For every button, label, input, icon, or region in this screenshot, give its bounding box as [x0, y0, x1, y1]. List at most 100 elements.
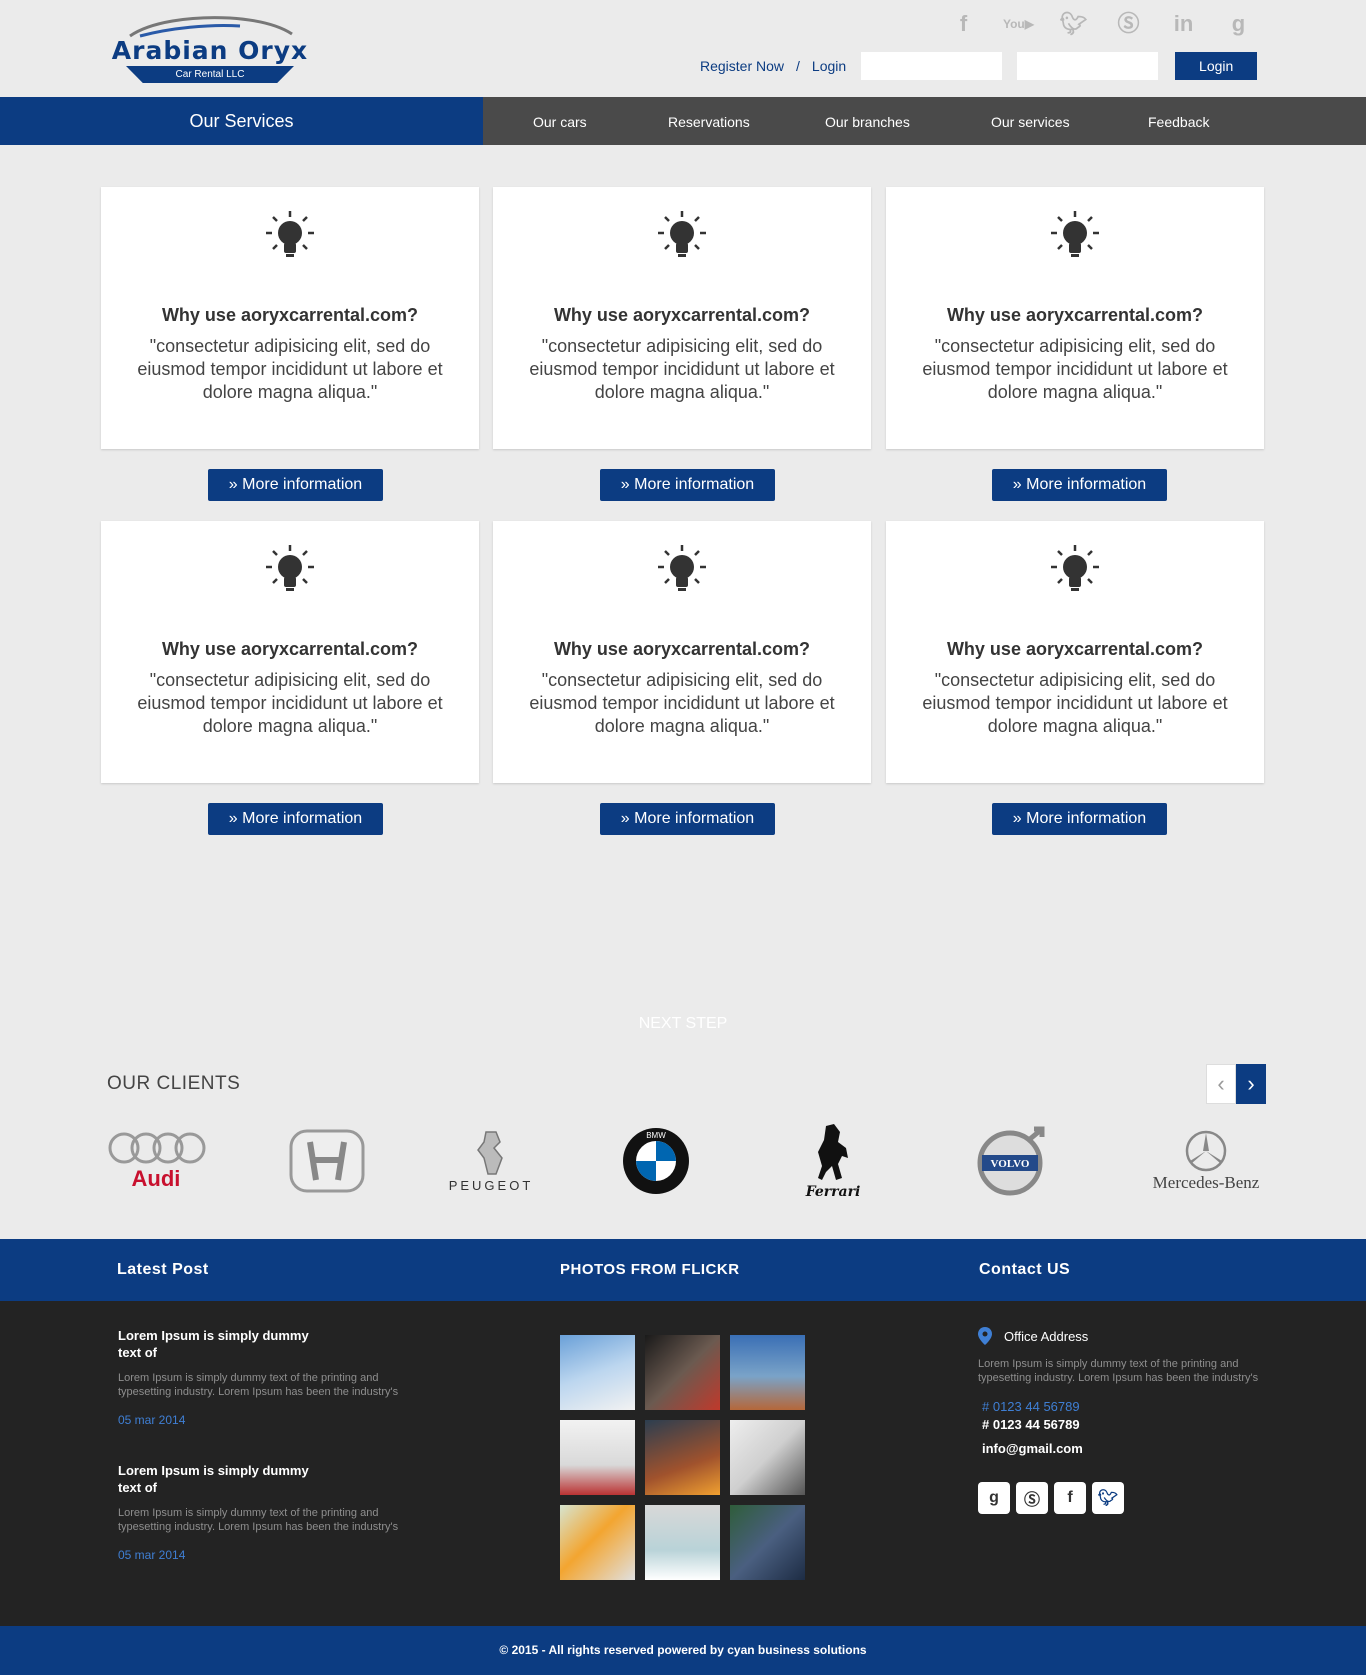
office-address-label: Office Address — [1004, 1328, 1089, 1344]
flickr-photo[interactable] — [730, 1420, 805, 1495]
copyright-bar: © 2015 - All rights reserved powered by … — [0, 1626, 1366, 1675]
nav-item-feedback[interactable]: Feedback — [1148, 114, 1209, 130]
office-address-text: Lorem Ipsum is simply dummy text of the … — [978, 1358, 1259, 1384]
volvo-iron-mark-icon: VOLVO — [977, 1126, 1045, 1195]
contact-block: Office Address Lorem Ipsum is simply dum… — [978, 1327, 1268, 1514]
client-name: BMW — [646, 1131, 666, 1140]
phone-link[interactable]: # 0123 44 56789 — [982, 1399, 1268, 1414]
more-information-button[interactable]: » More information — [208, 803, 383, 835]
nav-item-reservations[interactable]: Reservations — [668, 114, 750, 130]
latest-post-item[interactable]: Lorem Ipsum is simply dummy text of Lore… — [118, 1327, 408, 1427]
register-link[interactable]: Register Now — [700, 58, 784, 74]
nav-active-item[interactable]: Our Services — [0, 97, 483, 145]
main-nav: Our Services Our cars Reservations Our b… — [0, 97, 1366, 145]
service-card: Why use aoryxcarrental.com? "consectetur… — [886, 521, 1264, 783]
more-information-button[interactable]: » More information — [992, 469, 1167, 501]
flickr-photo[interactable] — [645, 1505, 720, 1580]
linkedin-icon[interactable]: in — [1156, 10, 1211, 38]
brand-name: Arabian Oryx — [111, 36, 309, 65]
chevron-right-icon[interactable]: › — [1236, 1064, 1266, 1104]
nav-item-our-services[interactable]: Our services — [991, 114, 1070, 130]
service-card: Why use aoryxcarrental.com? "consectetur… — [493, 521, 871, 783]
client-logo-audi[interactable]: Audi — [104, 1118, 208, 1203]
flickr-gallery — [560, 1335, 805, 1580]
lightbulb-icon — [1051, 211, 1099, 257]
card-title: Why use aoryxcarrental.com? — [553, 639, 811, 659]
login-link[interactable]: Login — [812, 58, 846, 74]
card-text: "consectetur adipisicing elit, sed do ei… — [137, 336, 443, 402]
client-logo-peugeot[interactable]: PEUGEOT — [436, 1118, 546, 1203]
username-input[interactable] — [861, 52, 1003, 80]
flickr-photo[interactable] — [645, 1420, 720, 1495]
skype-icon[interactable]: Ⓢ — [1016, 1482, 1048, 1514]
clients-title: OUR CLIENTS — [107, 1073, 241, 1094]
flickr-photo[interactable] — [560, 1420, 635, 1495]
site-footer: Lorem Ipsum is simply dummy text of Lore… — [0, 1301, 1366, 1626]
skype-icon[interactable]: Ⓢ — [1101, 10, 1156, 38]
nav-item-our-cars[interactable]: Our cars — [533, 114, 587, 130]
audi-rings-icon — [108, 1132, 206, 1163]
login-button[interactable]: Login — [1175, 52, 1258, 80]
lightbulb-icon — [658, 211, 706, 257]
post-excerpt: Lorem Ipsum is simply dummy text of the … — [118, 1507, 399, 1533]
client-logo-volvo[interactable]: VOLVO — [974, 1118, 1050, 1203]
client-name: Mercedes-Benz — [1152, 1172, 1260, 1192]
facebook-icon[interactable]: f — [936, 10, 991, 38]
post-title[interactable]: Lorem Ipsum is simply dummy text of — [118, 1462, 328, 1496]
chevron-left-icon[interactable]: ‹ — [1206, 1064, 1236, 1104]
more-information-button[interactable]: » More information — [600, 803, 775, 835]
client-logo-honda[interactable] — [285, 1118, 369, 1203]
peugeot-lion-icon — [477, 1131, 503, 1175]
service-card: Why use aoryxcarrental.com? "consectetur… — [101, 187, 479, 449]
more-information-button[interactable]: » More information — [600, 469, 775, 501]
client-logo-ferrari[interactable]: Ferrari — [798, 1118, 868, 1203]
flickr-photo[interactable] — [560, 1335, 635, 1410]
nav-item-our-branches[interactable]: Our branches — [825, 114, 910, 130]
card-text: "consectetur adipisicing elit, sed do ei… — [922, 336, 1228, 402]
client-logo-bmw[interactable]: BMW — [618, 1118, 694, 1203]
flickr-photo[interactable] — [645, 1335, 720, 1410]
lightbulb-icon — [658, 545, 706, 591]
card-text: "consectetur adipisicing elit, sed do ei… — [137, 670, 443, 736]
client-logo-mercedes[interactable]: Mercedes-Benz — [1144, 1118, 1268, 1203]
card-text: "consectetur adipisicing elit, sed do ei… — [922, 670, 1228, 736]
flickr-photo[interactable] — [560, 1505, 635, 1580]
more-information-button[interactable]: » More information — [208, 469, 383, 501]
next-step-label[interactable]: NEXT STEP — [0, 1015, 1366, 1033]
facebook-icon[interactable]: f — [1054, 1482, 1086, 1514]
phone-number: # 0123 44 56789 — [982, 1417, 1080, 1432]
password-input[interactable] — [1017, 52, 1159, 80]
service-card: Why use aoryxcarrental.com? "consectetur… — [886, 187, 1264, 449]
more-information-button[interactable]: » More information — [992, 803, 1167, 835]
auth-separator: / — [796, 58, 800, 74]
card-title: Why use aoryxcarrental.com? — [946, 639, 1204, 659]
auth-bar: Register Now / Login Login — [700, 52, 1258, 80]
email-address[interactable]: info@gmail.com — [982, 1441, 1268, 1456]
service-card: Why use aoryxcarrental.com? "consectetur… — [493, 187, 871, 449]
flickr-heading: PHOTOS FROM FLICKR — [560, 1261, 740, 1278]
youtube-icon[interactable]: You▶ — [991, 10, 1046, 38]
site-header: Arabian Oryx Car Rental LLC f You▶ 🐦︎ Ⓢ … — [0, 0, 1366, 97]
car-silhouette-icon — [129, 16, 293, 38]
twitter-icon[interactable]: 🐦︎ — [1092, 1482, 1124, 1514]
google-plus-icon[interactable]: g — [978, 1482, 1010, 1514]
post-date: 05 mar 2014 — [118, 1413, 186, 1427]
footer-headings-bar: Latest Post PHOTOS FROM FLICKR Contact U… — [0, 1239, 1366, 1301]
google-plus-icon[interactable]: g — [1211, 10, 1266, 38]
lightbulb-icon — [1051, 545, 1099, 591]
post-excerpt: Lorem Ipsum is simply dummy text of the … — [118, 1372, 399, 1398]
twitter-icon[interactable]: 🐦︎ — [1046, 10, 1101, 38]
flickr-photo[interactable] — [730, 1505, 805, 1580]
card-title: Why use aoryxcarrental.com? — [553, 305, 811, 325]
flickr-photo[interactable] — [730, 1335, 805, 1410]
nav-items: Our cars Reservations Our branches Our s… — [483, 97, 1366, 145]
latest-post-item[interactable]: Lorem Ipsum is simply dummy text of Lore… — [118, 1462, 408, 1562]
card-text: "consectetur adipisicing elit, sed do ei… — [529, 336, 835, 402]
latest-post-heading: Latest Post — [117, 1261, 209, 1278]
brand-logo[interactable]: Arabian Oryx Car Rental LLC — [104, 14, 316, 84]
brand-subtitle: Car Rental LLC — [126, 66, 294, 83]
post-title[interactable]: Lorem Ipsum is simply dummy text of — [118, 1327, 328, 1361]
client-name: Ferrari — [805, 1183, 861, 1200]
prancing-horse-icon — [818, 1123, 848, 1180]
lightbulb-icon — [266, 545, 314, 591]
